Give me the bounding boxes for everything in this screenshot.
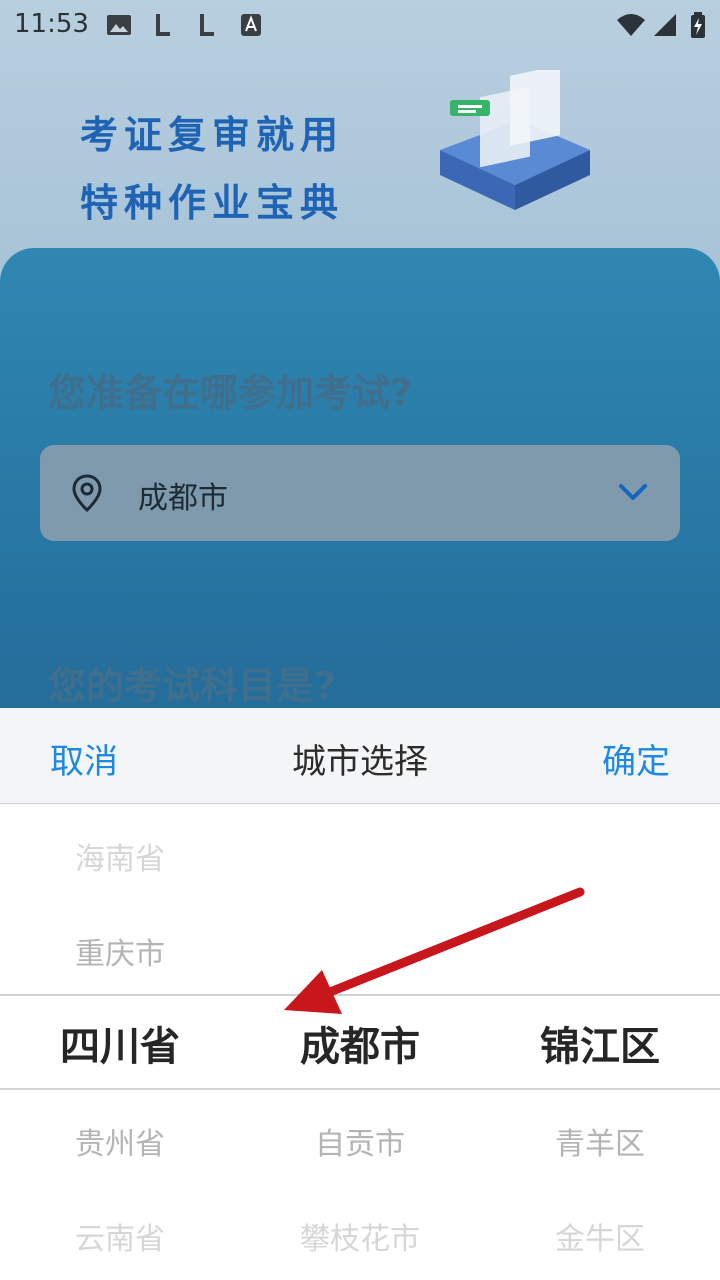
image-icon [107, 15, 131, 35]
documents-illustration [440, 70, 590, 210]
chevron-down-icon [619, 484, 647, 500]
selected-city-value: 成都市 [138, 481, 228, 516]
location-pin-icon [72, 474, 102, 513]
province-option[interactable]: 贵州省 [0, 1119, 240, 1163]
city-option-selected[interactable]: 成都市 [240, 1014, 480, 1072]
province-option[interactable]: 海南省 [0, 834, 240, 878]
battery-charging-icon [691, 12, 705, 38]
status-bar: 11:53 [0, 0, 720, 50]
province-option-selected[interactable]: 四川省 [0, 1014, 240, 1072]
province-wheel[interactable]: 海南省 重庆市 四川省 贵州省 云南省 [0, 804, 240, 1280]
wifi-icon [617, 14, 645, 36]
province-option[interactable]: 云南省 [0, 1214, 240, 1258]
province-option[interactable]: 重庆市 [0, 929, 240, 973]
city-option[interactable]: 自贡市 [240, 1119, 480, 1163]
signal-icon [654, 14, 676, 36]
district-option[interactable]: 金牛区 [480, 1214, 720, 1258]
location-question: 您准备在哪参加考试? [48, 371, 413, 415]
city-option[interactable]: 攀枝花市 [240, 1214, 480, 1258]
slogan-line-1: 考证复审就用 [80, 113, 345, 157]
annotation-arrow-icon [284, 887, 585, 1014]
picker-header: 取消 城市选择 确定 [0, 708, 720, 804]
city-wheel[interactable]: 成都市 自贡市 攀枝花市 [240, 804, 480, 1280]
subject-question: 您的考试科目是? [48, 664, 337, 708]
slogan-line-2: 特种作业宝典 [80, 181, 345, 225]
district-option[interactable]: 青羊区 [480, 1119, 720, 1163]
city-select-field[interactable]: 成都市 [40, 445, 680, 541]
confirm-button[interactable]: 确定 [602, 734, 670, 783]
l-app-icon [200, 14, 214, 36]
district-wheel[interactable]: 锦江区 青羊区 金牛区 [480, 804, 720, 1280]
l-app-icon [156, 14, 170, 36]
status-time: 11:53 [14, 9, 89, 39]
district-option-selected[interactable]: 锦江区 [480, 1014, 720, 1072]
a-app-icon [241, 14, 261, 36]
